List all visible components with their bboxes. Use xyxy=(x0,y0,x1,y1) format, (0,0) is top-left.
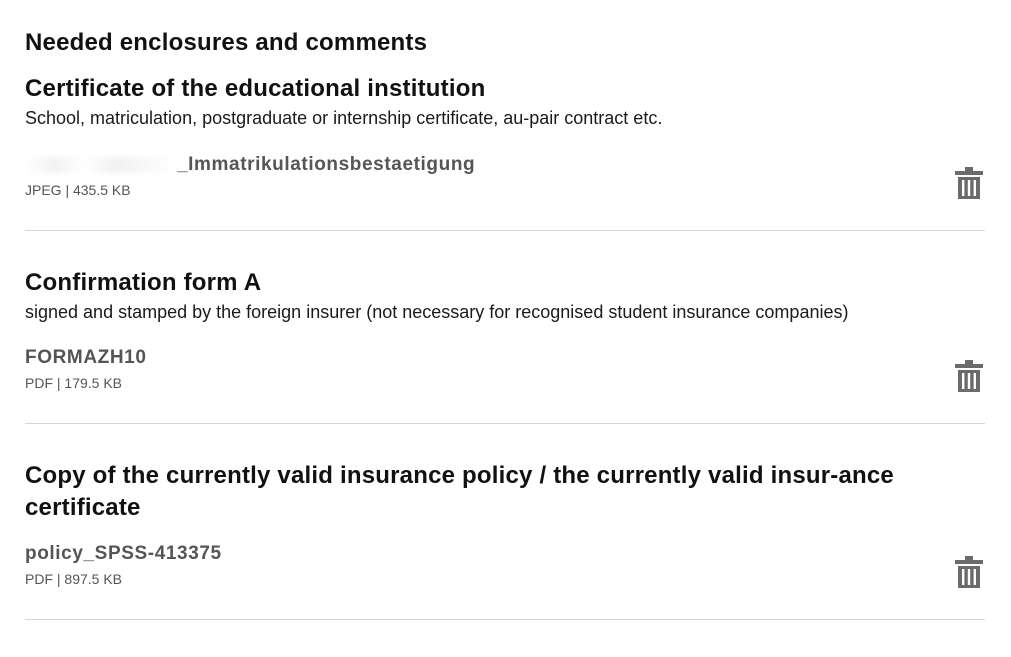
divider xyxy=(25,423,985,424)
section-description: School, matriculation, postgraduate or i… xyxy=(25,108,663,128)
uploaded-file: policy_SPSS-413375 PDF | 897.5 KB xyxy=(25,542,985,619)
trash-icon xyxy=(955,360,983,392)
enclosure-section-certificate: Certificate of the educational instituti… xyxy=(25,73,985,231)
uploaded-file: FORMAZH10 PDF | 179.5 KB xyxy=(25,346,985,423)
file-name[interactable]: FORMAZH10 xyxy=(25,346,147,370)
section-title: Confirmation form A xyxy=(25,269,262,296)
section-title: Copy of the currently valid insurance po… xyxy=(25,462,894,521)
file-name[interactable]: _Immatrikulationsbestaetigung xyxy=(25,153,475,177)
enclosure-section-confirmation-form: Confirmation form A signed and stamped b… xyxy=(25,267,985,424)
file-meta: PDF | 897.5 KB xyxy=(25,571,123,587)
enclosures-panel: Needed enclosures and comments Certifica… xyxy=(0,0,1011,620)
uploaded-file: _Immatrikulationsbestaetigung JPEG | 435… xyxy=(25,153,985,230)
section-title: Certificate of the educational instituti… xyxy=(25,75,486,102)
divider xyxy=(25,230,985,231)
delete-file-button[interactable] xyxy=(955,167,983,199)
trash-icon xyxy=(955,556,983,588)
section-description: signed and stamped by the foreign insure… xyxy=(25,302,849,322)
file-meta: JPEG | 435.5 KB xyxy=(25,182,131,198)
trash-icon xyxy=(955,167,983,199)
enclosure-section-insurance-policy: Copy of the currently valid insurance po… xyxy=(25,460,985,620)
divider xyxy=(25,619,985,620)
redacted-text xyxy=(25,156,175,173)
page-title: Needed enclosures and comments xyxy=(25,29,428,56)
file-meta: PDF | 179.5 KB xyxy=(25,375,123,391)
delete-file-button[interactable] xyxy=(955,556,983,588)
file-name[interactable]: policy_SPSS-413375 xyxy=(25,542,222,566)
delete-file-button[interactable] xyxy=(955,360,983,392)
